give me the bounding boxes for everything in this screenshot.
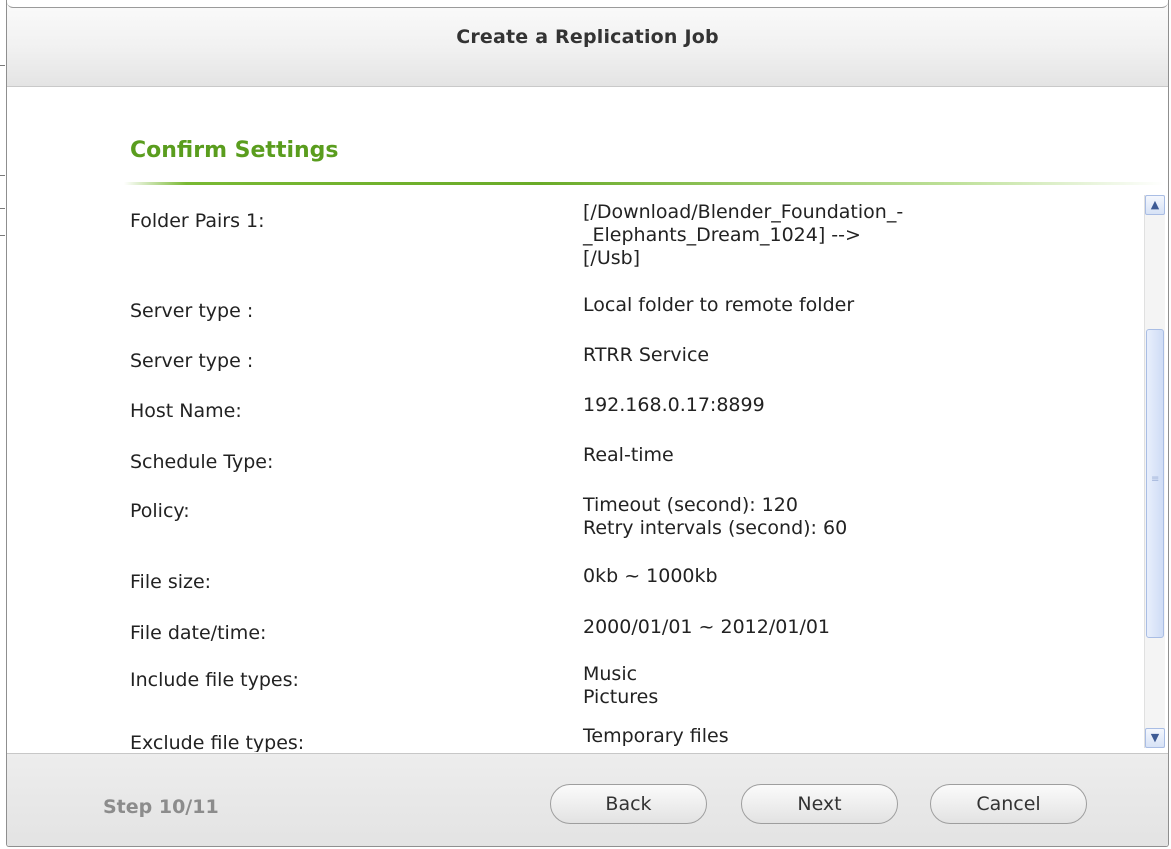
setting-label: Server type : — [130, 350, 254, 372]
step-indicator: Step 10/11 — [103, 796, 219, 818]
setting-value-line: 2000/01/01 ~ 2012/01/01 — [583, 616, 831, 638]
back-button[interactable]: Back — [550, 784, 707, 824]
edge-tick — [0, 208, 5, 209]
scrollbar-thumb[interactable]: ≡ — [1146, 329, 1164, 638]
settings-scroll-area[interactable]: Folder Pairs 1: [/Download/Blender_Found… — [7, 186, 1168, 752]
scroll-up-arrow-icon[interactable]: ▲ — [1145, 195, 1165, 215]
setting-value-line: Timeout (second): 120 — [583, 494, 798, 516]
setting-value: 2000/01/01 ~ 2012/01/01 — [583, 616, 830, 639]
scroll-down-arrow-icon[interactable]: ▼ — [1145, 728, 1165, 748]
setting-label: Exclude file types: — [130, 732, 305, 752]
setting-label: File date/time: — [130, 622, 267, 644]
setting-label: Folder Pairs 1: — [130, 210, 265, 232]
setting-value-line: Temporary files — [583, 725, 729, 747]
setting-label: Policy: — [130, 500, 190, 522]
setting-label: Host Name: — [130, 400, 242, 422]
setting-value-line: Music — [583, 663, 638, 685]
setting-label: Server type : — [130, 300, 254, 322]
setting-value-line: 192.168.0.17:8899 — [583, 394, 765, 416]
dialog-footer: Step 10/11 Back Next Cancel — [7, 753, 1168, 846]
setting-value-line: _Elephants_Dream_1024] --> — [583, 224, 861, 246]
setting-value: [/Download/Blender_Foundation_- _Elephan… — [583, 201, 903, 270]
setting-value: 0kb ~ 1000kb — [583, 565, 718, 588]
edge-tick — [0, 65, 5, 66]
setting-value: Temporary files — [583, 725, 729, 748]
cancel-button[interactable]: Cancel — [930, 784, 1087, 824]
next-button[interactable]: Next — [741, 784, 898, 824]
setting-value-line: Retry intervals (second): 60 — [583, 517, 848, 539]
setting-value: Timeout (second): 120 Retry intervals (s… — [583, 494, 847, 540]
setting-value-line: [/Download/Blender_Foundation_- — [583, 201, 904, 223]
setting-value-line: RTRR Service — [583, 344, 710, 366]
setting-label: Include file types: — [130, 669, 299, 691]
dialog-titlebar: Create a Replication Job — [7, 0, 1168, 87]
setting-label: Schedule Type: — [130, 451, 274, 473]
edge-tick — [0, 175, 5, 176]
titlebar-border — [7, 0, 1168, 8]
setting-value: Real-time — [583, 444, 674, 467]
section-title: Confirm Settings — [130, 138, 339, 163]
setting-value: 192.168.0.17:8899 — [583, 394, 765, 417]
section-divider — [124, 182, 1164, 185]
edge-tick — [0, 235, 5, 236]
setting-value-line: Real-time — [583, 444, 674, 466]
setting-value-line: Pictures — [583, 686, 659, 708]
vertical-scrollbar[interactable]: ▲ ≡ ▼ — [1144, 195, 1165, 748]
setting-value: Music Pictures — [583, 663, 658, 709]
setting-value-line: Local folder to remote folder — [583, 294, 855, 316]
setting-value-line: [/Usb] — [583, 247, 641, 269]
setting-value: RTRR Service — [583, 344, 709, 367]
setting-value: Local folder to remote folder — [583, 294, 854, 317]
replication-job-dialog: Create a Replication Job Confirm Setting… — [6, 0, 1169, 847]
scrollbar-grip-icon: ≡ — [1151, 474, 1160, 485]
setting-label: File size: — [130, 571, 212, 593]
setting-value-line: 0kb ~ 1000kb — [583, 565, 718, 587]
dialog-title: Create a Replication Job — [456, 26, 719, 48]
